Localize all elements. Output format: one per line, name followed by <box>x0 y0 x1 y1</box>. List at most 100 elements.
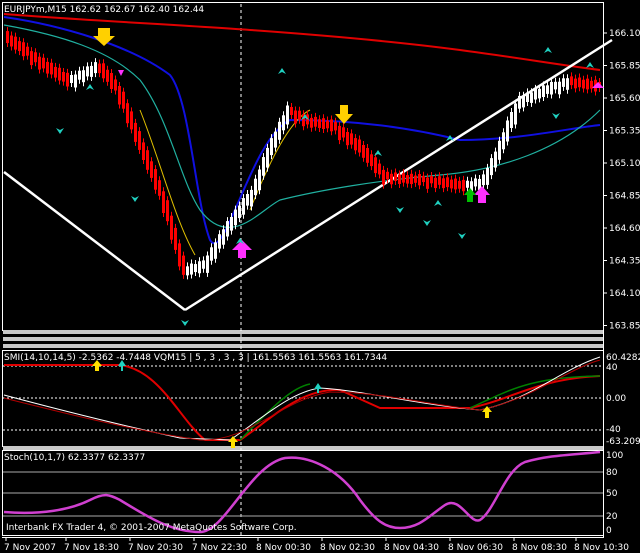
candle-bear <box>438 176 441 185</box>
time-label: 7 Nov 22:30 <box>192 543 247 553</box>
time-label: 8 Nov 06:30 <box>448 543 503 553</box>
candle-bear <box>134 122 137 142</box>
candle-bear <box>446 177 449 188</box>
candle-bear <box>50 62 53 75</box>
candle-bear <box>6 31 9 44</box>
time-label: 8 Nov 02:30 <box>320 543 375 553</box>
candle-bull <box>514 103 517 125</box>
candle-bear <box>350 133 353 145</box>
candle-bull <box>210 247 213 261</box>
candle-bull <box>82 70 85 83</box>
candle-bear <box>434 177 437 189</box>
candle-bear <box>62 71 65 82</box>
candle-bull <box>230 217 233 231</box>
price-label: 164.10 <box>609 289 640 299</box>
candle-bear <box>22 42 25 57</box>
price-label: 165.35 <box>609 127 640 137</box>
candle-bear <box>426 177 429 189</box>
candle-bull <box>242 198 245 215</box>
smi-label: -40 <box>606 425 621 435</box>
candle-bear <box>582 79 585 89</box>
candle-bull <box>278 121 281 140</box>
candle-bear <box>170 215 173 240</box>
candle-bear <box>118 86 121 105</box>
candle-bear <box>386 171 389 180</box>
candle-bull <box>510 112 513 128</box>
candle-bull <box>218 234 221 249</box>
candle-bear <box>322 118 325 129</box>
candle-bull <box>254 178 257 196</box>
smi-panel-title: SMI(14,10,14,5) -2.5362 -4.7448 VQM15 | … <box>4 353 387 363</box>
candle-bull <box>494 151 497 168</box>
candle-bull <box>198 261 201 274</box>
candle-bear <box>162 191 165 213</box>
candle-bull <box>474 178 477 187</box>
candle-bear <box>414 175 417 183</box>
candle-bear <box>182 255 185 275</box>
smi-label: 0.00 <box>606 394 626 404</box>
candle-bull <box>498 140 501 160</box>
candle-bull <box>506 120 509 142</box>
candle-bull <box>466 180 469 188</box>
candle-bear <box>142 142 145 160</box>
candle-bear <box>454 178 457 190</box>
candle-bear <box>110 73 113 89</box>
candle-bear <box>590 80 593 89</box>
candle-bull <box>482 174 485 186</box>
candle-bear <box>442 178 445 189</box>
candle-bear <box>10 35 13 47</box>
candle-bull <box>186 266 189 276</box>
time-label: 7 Nov 18:30 <box>64 543 119 553</box>
candle-bear <box>26 46 29 56</box>
smi-label: 60.4282 <box>606 353 640 363</box>
price-label: 165.60 <box>609 94 640 104</box>
candle-bear <box>178 243 181 267</box>
candle-bear <box>30 51 33 66</box>
candle-bull <box>262 157 265 176</box>
candle-bull <box>274 131 277 148</box>
candle-bear <box>334 121 337 131</box>
metatrader-chart-window[interactable]: 166.10 165.85 165.60 165.35 165.10 164.85 164.… <box>0 0 640 553</box>
candle-bull <box>94 62 97 74</box>
smi-label: -63.2098 <box>606 437 640 447</box>
candle-bear <box>42 57 45 69</box>
candle-bull <box>554 81 557 90</box>
candle-bear <box>150 161 153 178</box>
candle-bear <box>462 179 465 192</box>
candle-bear <box>58 67 61 81</box>
time-label: 8 Nov 00:30 <box>256 543 311 553</box>
candle-bull <box>534 88 537 100</box>
candle-bull <box>234 209 237 226</box>
candle-bear <box>410 173 413 185</box>
candle-bull <box>286 105 289 125</box>
candle-bull <box>530 92 533 103</box>
candle-bear <box>394 172 397 181</box>
candle-bull <box>226 221 229 237</box>
candle-bull <box>222 229 225 245</box>
main-panel-title: EURJPYm,M15 162.62 162.67 162.40 162.44 <box>4 5 204 15</box>
stoch-label: 50 <box>606 489 618 499</box>
candle-bull <box>538 88 541 99</box>
candle-bear <box>166 200 169 222</box>
candle-bear <box>174 227 177 250</box>
candle-bear <box>18 41 21 52</box>
candle-bull <box>202 260 205 269</box>
candle-bull <box>238 205 241 219</box>
candle-bear <box>122 91 125 109</box>
time-label: 8 Nov 04:30 <box>384 543 439 553</box>
candle-bear <box>330 119 333 132</box>
price-label: 163.85 <box>609 322 640 332</box>
candle-bear <box>342 127 345 138</box>
price-label: 164.35 <box>609 257 640 267</box>
candle-bull <box>566 78 569 90</box>
candle-bull <box>90 65 93 77</box>
candle-bear <box>390 173 393 185</box>
candle-bull <box>490 158 493 176</box>
candle-bull <box>486 167 489 185</box>
candle-bear <box>294 110 297 124</box>
price-label: 166.10 <box>609 29 640 39</box>
candle-bull <box>550 81 553 95</box>
price-label: 164.85 <box>609 192 640 202</box>
candle-bear <box>298 110 301 120</box>
candle-bull <box>270 138 273 156</box>
